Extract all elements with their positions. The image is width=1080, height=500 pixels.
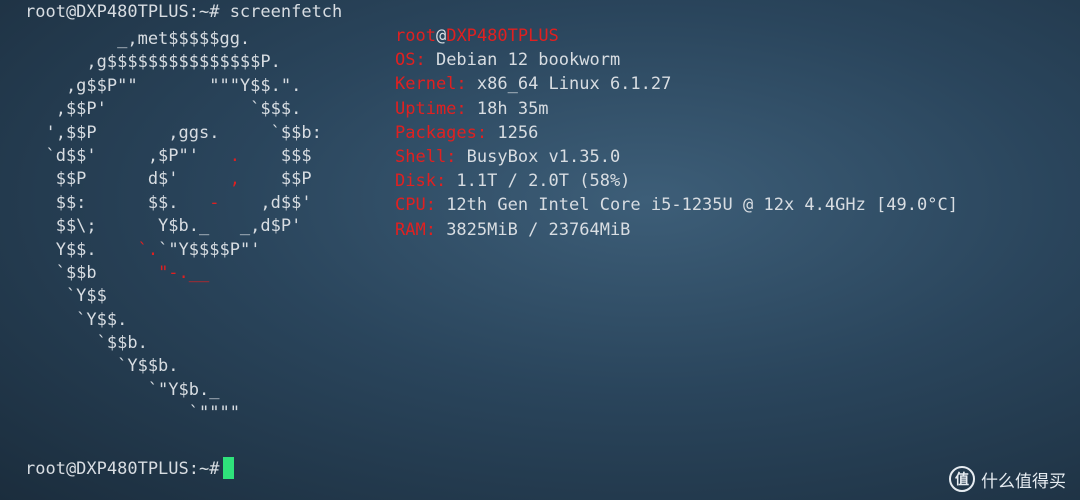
info-disk-value: 1.1T / 2.0T (58%) (446, 171, 631, 192)
info-at: @ (435, 26, 447, 46)
logo-line: ,g$$P"" """Y$$.". (25, 75, 322, 98)
info-shell-value: BusyBox v1.35.0 (456, 146, 621, 167)
logo-line: ',$$P ,ggs. `$$b: (25, 122, 322, 145)
logo-segment: `$$b. (25, 333, 148, 354)
info-ram-key: RAM: (395, 219, 436, 240)
info-disk: Disk: 1.1T / 2.0T (58%) (395, 169, 958, 193)
logo-segment: ,g$$P"" """Y$$.". (25, 75, 302, 96)
text-cursor (223, 457, 235, 479)
logo-line: _,met$$$$$gg. (25, 28, 322, 51)
logo-line: ,g$$$$$$$$$$$$$$$P. (25, 51, 322, 74)
logo-segment: $$$ (239, 145, 312, 166)
shell-prompt: root@DXP480TPLUS:~# (25, 459, 220, 479)
info-cpu-value: 12th Gen Intel Core i5-1235U @ 12x 4.4GH… (435, 195, 958, 216)
info-ram-value: 3825MiB / 23764MiB (435, 219, 631, 240)
logo-line: Y$$. `.`"Y$$$$P"' (25, 239, 322, 262)
logo-segment-red: `. (137, 239, 159, 260)
logo-segment-red: , (229, 169, 240, 190)
info-os-key: OS: (395, 50, 426, 71)
logo-segment: $$P d$' (25, 169, 230, 190)
info-shell: Shell: BusyBox v1.35.0 (395, 145, 958, 169)
watermark: 值 什么值得买 (949, 466, 1066, 492)
info-ram: RAM: 3825MiB / 23764MiB (395, 218, 958, 242)
info-cpu: CPU: 12th Gen Intel Core i5-1235U @ 12x … (395, 193, 958, 217)
info-os: OS: Debian 12 bookworm (395, 48, 958, 72)
info-kernel-key: Kernel: (395, 74, 467, 95)
logo-line: `Y$$b. (25, 355, 322, 378)
logo-segment: `Y$$b. (25, 356, 179, 377)
logo-segment: `"Y$b._ (25, 379, 220, 400)
logo-line: `$$b "-.__ (25, 262, 322, 285)
logo-segment: `Y$$ (25, 286, 107, 307)
logo-line: `"Y$b._ (25, 379, 322, 402)
info-user: root (395, 26, 436, 46)
logo-segment-red: "-.__ (158, 262, 210, 283)
logo-segment: $$\; Y$b._ _,d$P' (25, 216, 302, 237)
info-shell-key: Shell: (395, 146, 457, 167)
info-os-value: Debian 12 bookworm (425, 50, 621, 71)
logo-segment: Y$$. (25, 239, 138, 260)
logo-line: `$$b. (25, 332, 322, 355)
info-host: DXP480TPLUS (446, 26, 559, 46)
logo-segment: `Y$$. (25, 309, 128, 330)
logo-line: `Y$$. (25, 309, 322, 332)
user-host-line: root@DXP480TPLUS (395, 24, 958, 48)
logo-line: $$: $$. - ,d$$' (25, 192, 322, 215)
logo-line: `Y$$ (25, 285, 322, 308)
info-packages-value: 1256 (487, 122, 539, 143)
prompt-line[interactable]: root@DXP480TPLUS:~# (25, 457, 235, 481)
logo-line: ,$$P' `$$$. (25, 98, 322, 121)
command-line: root@DXP480TPLUS:~# screenfetch (25, 2, 343, 22)
info-packages: Packages: 1256 (395, 121, 958, 145)
terminal-window[interactable]: root@DXP480TPLUS:~# screenfetch _,met$$$… (0, 0, 1080, 500)
smzdm-logo-icon: 值 (949, 466, 975, 492)
logo-segment: ',$$P ,ggs. `$$b: (25, 122, 322, 143)
info-uptime: Uptime: 18h 35m (395, 97, 958, 121)
logo-segment: $$P (239, 169, 312, 190)
logo-segment-red: . (229, 145, 240, 166)
logo-segment: $$: $$. (25, 192, 210, 213)
logo-segment: `$$b (25, 262, 159, 283)
info-uptime-value: 18h 35m (466, 98, 549, 119)
system-info: root@DXP480TPLUS OS: Debian 12 bookworm … (395, 24, 958, 242)
logo-segment: `"Y$$$$P"' (158, 239, 261, 260)
logo-line: $$P d$' , $$P (25, 168, 322, 191)
logo-segment: ,g$$$$$$$$$$$$$$$P. (25, 52, 281, 73)
logo-segment: `d$$' ,$P"' (25, 145, 230, 166)
logo-segment: ,d$$' (219, 192, 312, 213)
logo-line: `d$$' ,$P"' . $$$ (25, 145, 322, 168)
logo-segment: _,met$$$$$gg. (25, 29, 251, 49)
logo-segment: ,$$P' `$$$. (25, 99, 302, 120)
info-kernel: Kernel: x86_64 Linux 6.1.27 (395, 72, 958, 96)
logo-line: `"""" (25, 402, 322, 425)
info-uptime-key: Uptime: (395, 98, 467, 119)
debian-ascii-logo: _,met$$$$$gg. ,g$$$$$$$$$$$$$$$P. ,g$$P"… (25, 28, 322, 426)
info-cpu-key: CPU: (395, 195, 436, 216)
info-packages-key: Packages: (395, 122, 488, 143)
logo-line: $$\; Y$b._ _,d$P' (25, 215, 322, 238)
logo-segment: `"""" (25, 403, 240, 424)
info-kernel-value: x86_64 Linux 6.1.27 (466, 74, 672, 95)
info-disk-key: Disk: (395, 171, 447, 192)
logo-segment-red: - (209, 192, 220, 213)
watermark-text: 什么值得买 (981, 471, 1066, 492)
